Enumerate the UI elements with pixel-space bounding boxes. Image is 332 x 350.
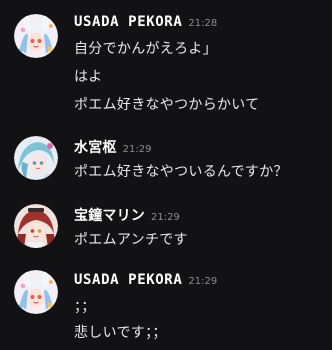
message-author[interactable]: 水宮枢 [74, 137, 117, 157]
message-author[interactable]: USADA PEKORA [74, 272, 182, 288]
message-text: 自分でかんがえろよ」 [74, 41, 217, 57]
message-timestamp: 21:29 [122, 144, 152, 155]
message-text: ；； [74, 299, 96, 315]
message-timestamp: 21:29 [151, 212, 180, 223]
pekora-avatar-icon[interactable] [14, 270, 58, 314]
message-timestamp: 21:29 [188, 276, 218, 287]
message-text: ポエムアンチです [74, 232, 188, 248]
message-text: ポエム好きなやつからかいて [74, 97, 260, 113]
message-text: はよ [74, 69, 103, 85]
marine-avatar-icon[interactable] [14, 204, 58, 248]
suzu-avatar-icon[interactable] [14, 136, 58, 180]
pekora-avatar-icon[interactable] [14, 14, 58, 58]
message-text: ポエム好きなやついるんですか？ [74, 164, 288, 180]
message-author[interactable]: USADA PEKORA [74, 14, 182, 30]
message-timestamp: 21:28 [188, 18, 218, 29]
message-text: 悲しいです；； [74, 325, 167, 341]
message-author[interactable]: 宝鐘マリン [74, 205, 145, 225]
